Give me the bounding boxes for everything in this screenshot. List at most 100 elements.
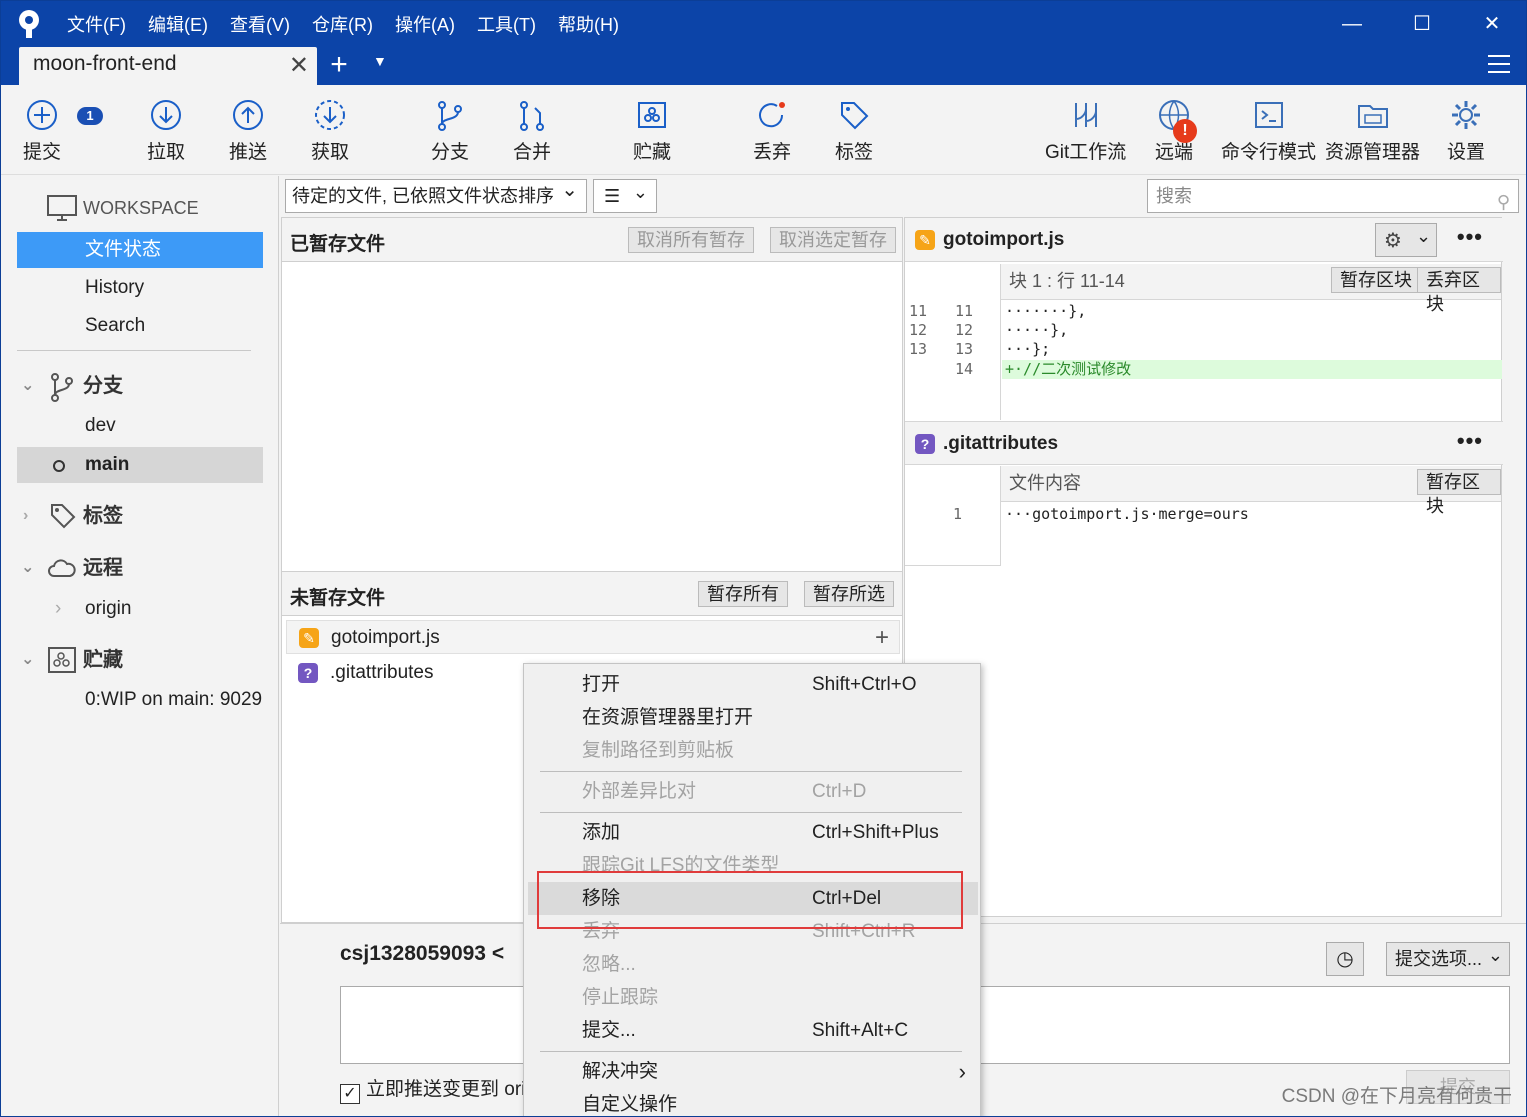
branch-item-main[interactable]: main (17, 447, 263, 483)
menu-help[interactable]: 帮助(H) (558, 13, 619, 37)
staged-title: 已暂存文件 (290, 234, 386, 255)
stash-icon (48, 647, 76, 673)
chevron-right-icon[interactable]: › (55, 591, 61, 627)
unstage-all-button[interactable]: 取消所有暂存 (628, 227, 754, 253)
modified-file-icon: ✎ (299, 628, 319, 648)
diff-line: ···}; (1005, 340, 1051, 358)
search-icon: ⚲ (1496, 192, 1510, 212)
stashes-header[interactable]: ⌄ 贮藏 (17, 642, 263, 678)
file-row-gotoimport[interactable]: ✎ gotoimport.js + (286, 620, 900, 654)
current-branch-icon (53, 460, 65, 472)
repo-tab[interactable]: moon-front-end ✕ (19, 47, 317, 85)
fetch-button[interactable]: 获取 (311, 97, 349, 164)
watermark: CSDN @在下月亮有何贵干 (1281, 1086, 1512, 1107)
sidebar-item-search[interactable]: Search (17, 308, 263, 344)
history-clock-button[interactable]: ◷ (1326, 942, 1364, 976)
list-view-icon: ☰ (604, 186, 621, 206)
menu-separator (540, 771, 962, 772)
clock-icon: ◷ (1336, 948, 1354, 970)
menu-view[interactable]: 查看(V) (230, 13, 290, 37)
stash-button[interactable]: 贮藏 (633, 97, 671, 164)
menu-actions[interactable]: 操作(A) (395, 13, 455, 37)
more-options-icon[interactable]: ••• (1457, 428, 1483, 454)
diff-settings-dropdown[interactable]: ⚙ ⌄ (1375, 223, 1437, 257)
unstaged-title: 未暂存文件 (290, 588, 386, 609)
menu-item-copy-path[interactable]: 复制路径到剪贴板 (528, 734, 978, 767)
chevron-down-icon[interactable]: ⌄ (21, 368, 34, 404)
menu-file[interactable]: 文件(F) (67, 13, 126, 37)
discard-hunk-button[interactable]: 丢弃区块 (1417, 267, 1501, 314)
stage-all-button[interactable]: 暂存所有 (698, 581, 788, 607)
diff-line: ···gotoimport.js·merge=ours (1005, 505, 1249, 523)
sidebar-item-file-status[interactable]: 文件状态 (17, 232, 263, 268)
modified-file-icon: ✎ (915, 230, 935, 250)
menu-item-external-diff[interactable]: 外部差异比对 Ctrl+D (528, 775, 978, 808)
diff-file-header: ✎ gotoimport.js ⚙ ⌄ ••• (905, 218, 1503, 262)
pull-button[interactable]: 拉取 (147, 97, 185, 164)
tags-header[interactable]: › 标签 (17, 498, 263, 534)
diff-scrollbar[interactable] (1504, 217, 1524, 917)
diff-file-header-2: ? .gitattributes ••• (905, 421, 1503, 465)
chevron-down-icon[interactable]: ⌄ (21, 642, 34, 678)
new-tab-button[interactable]: + (325, 49, 353, 81)
sourcetree-logo-icon (19, 10, 39, 38)
menu-edit[interactable]: 编辑(E) (148, 13, 208, 37)
branch-item-dev[interactable]: dev (17, 408, 263, 444)
sidebar-item-history[interactable]: History (17, 270, 263, 306)
branch-icon (51, 373, 73, 402)
commit-options-dropdown[interactable]: 提交选项... ⌄ (1386, 942, 1510, 976)
menu-item-stop-tracking[interactable]: 停止跟踪 (528, 981, 978, 1014)
maximize-button[interactable]: ☐ (1407, 11, 1437, 37)
untracked-file-icon: ? (298, 663, 318, 683)
remote-button[interactable]: ! 远端 (1155, 97, 1198, 164)
explorer-button[interactable]: 资源管理器 (1325, 97, 1420, 164)
stash-item[interactable]: 0:WIP on main: 9029 (17, 682, 263, 718)
menu-item-resolve-conflicts[interactable]: 解决冲突 › (528, 1055, 978, 1088)
menu-repository[interactable]: 仓库(R) (312, 13, 373, 37)
commit-button[interactable]: 1 提交 (23, 97, 103, 164)
discard-button[interactable]: 丢弃 (753, 97, 791, 164)
search-input[interactable]: 搜索 ⚲ (1147, 179, 1519, 213)
menu-item-open[interactable]: 打开 Shift+Ctrl+O (528, 668, 978, 701)
menu-item-commit[interactable]: 提交... Shift+Alt+C (528, 1014, 978, 1047)
remote-item-origin[interactable]: › origin (17, 591, 263, 627)
menu-tools[interactable]: 工具(T) (477, 13, 536, 37)
push-button[interactable]: 推送 (229, 97, 267, 164)
tag-icon (51, 504, 76, 529)
branches-header[interactable]: ⌄ 分支 (17, 368, 263, 404)
push-icon (233, 100, 263, 130)
merge-button[interactable]: 合并 (513, 97, 551, 164)
stage-file-plus-icon[interactable]: + (875, 621, 889, 655)
tag-button[interactable]: 标签 (835, 97, 873, 164)
branch-button[interactable]: 分支 (431, 97, 469, 164)
gitflow-button[interactable]: Git工作流 (1045, 97, 1126, 164)
menu-item-open-in-explorer[interactable]: 在资源管理器里打开 (528, 701, 978, 734)
chevron-down-icon[interactable]: ⌄ (21, 550, 34, 586)
menu-item-add[interactable]: 添加 Ctrl+Shift+Plus (528, 816, 978, 849)
close-window-button[interactable]: ✕ (1477, 11, 1507, 37)
discard-icon (759, 102, 785, 128)
unstage-selected-button[interactable]: 取消选定暂存 (770, 227, 896, 253)
monitor-icon (47, 195, 77, 221)
stage-hunk-button-2[interactable]: 暂存区块 (1417, 469, 1501, 516)
sort-dropdown[interactable]: 待定的文件, 已依照文件状态排序 (285, 174, 587, 213)
terminal-icon (1254, 102, 1283, 128)
menu-item-ignore[interactable]: 忽略... (528, 948, 978, 981)
more-options-icon[interactable]: ••• (1457, 224, 1483, 250)
tab-list-dropdown-icon[interactable]: ▼ (373, 53, 387, 69)
commit-author: csj1328059093 < (340, 942, 505, 965)
stage-selected-button[interactable]: 暂存所选 (804, 581, 894, 607)
view-mode-dropdown[interactable]: ☰ ⌄ (593, 179, 657, 213)
minimize-button[interactable]: — (1337, 11, 1367, 37)
hamburger-menu-icon[interactable] (1488, 55, 1510, 73)
close-tab-icon[interactable]: ✕ (289, 53, 309, 79)
push-immediately-checkbox[interactable]: ✓ 立即推送变更到 ori (340, 1074, 525, 1104)
stage-hunk-button[interactable]: 暂存区块 (1331, 267, 1421, 293)
settings-button[interactable]: 设置 (1447, 97, 1485, 164)
terminal-button[interactable]: 命令行模式 (1221, 97, 1316, 164)
remotes-header[interactable]: ⌄ 远程 (17, 550, 263, 586)
chevron-right-icon[interactable]: › (23, 498, 28, 534)
menu-item-custom-actions[interactable]: 自定义操作 (528, 1088, 978, 1116)
diff-line: ·····}, (1005, 321, 1069, 339)
checkbox-checked-icon[interactable]: ✓ (340, 1084, 360, 1104)
